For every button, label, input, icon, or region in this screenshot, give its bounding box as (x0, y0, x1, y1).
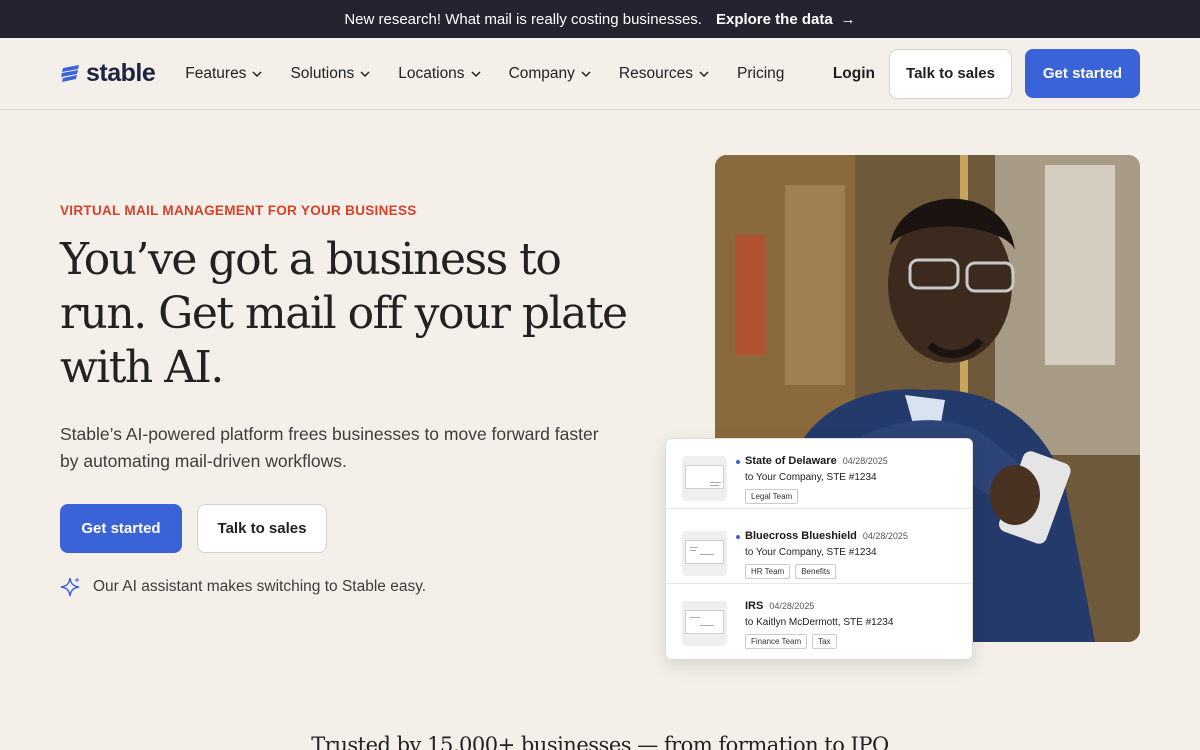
envelope-thumbnail (682, 531, 727, 576)
nav-item-label: Solutions (290, 64, 355, 82)
hero-subtext: Stable’s AI-powered platform frees busin… (60, 424, 599, 471)
explore-data-label: Explore the data (715, 10, 833, 28)
nav-item-label: Locations (398, 64, 465, 82)
login-link[interactable]: Login (833, 65, 875, 83)
mail-recipient: to Kaitlyn McDermott, STE #1234 (745, 617, 894, 628)
unread-dot (736, 535, 740, 539)
arrow-right-icon: → (840, 10, 856, 28)
hero-get-started-button[interactable]: Get started (60, 504, 182, 553)
announcement-text: New research! What mail is really costin… (344, 10, 702, 28)
nav-item-pricing[interactable]: Pricing (737, 65, 784, 83)
hero-eyebrow: VIRTUAL MAIL MANAGEMENT FOR YOUR BUSINES… (60, 203, 417, 218)
hero-talk-to-sales-button[interactable]: Talk to sales (197, 504, 327, 553)
mail-item[interactable]: Bluecross Blueshield 04/28/2025 to Your C… (666, 514, 972, 584)
mail-list-card: State of Delaware 04/28/2025 to Your Comp… (665, 438, 973, 660)
mail-sender: State of Delaware (745, 455, 837, 467)
nav-item-label: Pricing (737, 64, 785, 82)
nav-actions: Login Talk to sales Get started (833, 48, 1140, 99)
mail-sender-line: State of Delaware 04/28/2025 (745, 455, 888, 467)
ai-note-text: Our AI assistant makes switching to Stab… (93, 578, 427, 595)
talk-to-sales-button[interactable]: Talk to sales (889, 48, 1012, 99)
nav-item-solutions[interactable]: Solutions (290, 65, 370, 83)
mail-sender-line: IRS 04/28/2025 (745, 600, 814, 612)
nav-item-label: Company (508, 64, 575, 82)
explore-data-link[interactable]: Explore the data → (716, 11, 856, 28)
get-started-button[interactable]: Get started (1025, 49, 1140, 98)
mail-recipient: to Your Company, STE #1234 (745, 547, 877, 558)
mail-tags: HR Team Benefits (745, 564, 837, 579)
mail-item[interactable]: State of Delaware 04/28/2025 to Your Comp… (666, 439, 972, 509)
envelope-thumbnail (682, 601, 727, 646)
nav-item-label: Resources (618, 64, 693, 82)
ai-assistant-note: Our AI assistant makes switching to Stab… (60, 576, 426, 598)
nav-item-resources[interactable]: Resources (619, 65, 709, 83)
mail-tag[interactable]: Finance Team (745, 634, 808, 649)
mail-date: 04/28/2025 (769, 601, 815, 611)
chevron-down-icon (699, 70, 709, 77)
nav-item-company[interactable]: Company (509, 65, 591, 83)
mail-sender-line: Bluecross Blueshield 04/28/2025 (745, 530, 908, 542)
trusted-heading: Trusted by 15,000+ businesses — from for… (311, 733, 889, 750)
main-nav: stable Features Solutions Locations Comp… (0, 38, 1200, 110)
mail-recipient: to Your Company, STE #1234 (745, 472, 877, 483)
mail-date: 04/28/2025 (862, 531, 908, 541)
mail-tag[interactable]: Benefits (795, 564, 837, 579)
announcement-bar: New research! What mail is really costin… (0, 0, 1200, 38)
unread-dot (736, 460, 740, 464)
logo[interactable]: stable (60, 59, 156, 88)
mail-item[interactable]: IRS 04/28/2025 to Kaitlyn McDermott, STE … (666, 584, 972, 654)
nav-item-label: Features (185, 64, 247, 82)
stable-logo-icon (61, 64, 79, 82)
mail-tags: Legal Team (745, 489, 799, 504)
sparkle-icon (60, 577, 80, 597)
mail-sender: Bluecross Blueshield (745, 530, 857, 542)
logo-text: stable (86, 59, 156, 87)
chevron-down-icon (581, 70, 591, 77)
mail-sender: IRS (745, 600, 764, 612)
nav-item-features[interactable]: Features (185, 65, 262, 83)
hero-headline: You’ve got a business to run. Get mail o… (60, 234, 628, 393)
nav-item-locations[interactable]: Locations (398, 64, 481, 83)
chevron-down-icon (360, 70, 370, 77)
mail-tag[interactable]: Legal Team (745, 489, 799, 504)
mail-date: 04/28/2025 (842, 456, 888, 466)
chevron-down-icon (252, 70, 262, 77)
mail-tag[interactable]: HR Team (745, 564, 791, 579)
envelope-thumbnail (682, 456, 727, 501)
chevron-down-icon (471, 70, 481, 77)
mail-tags: Finance Team Tax (745, 634, 837, 649)
nav-menu: Features Solutions Locations Company Res… (185, 65, 812, 83)
mail-tag[interactable]: Tax (812, 634, 837, 649)
